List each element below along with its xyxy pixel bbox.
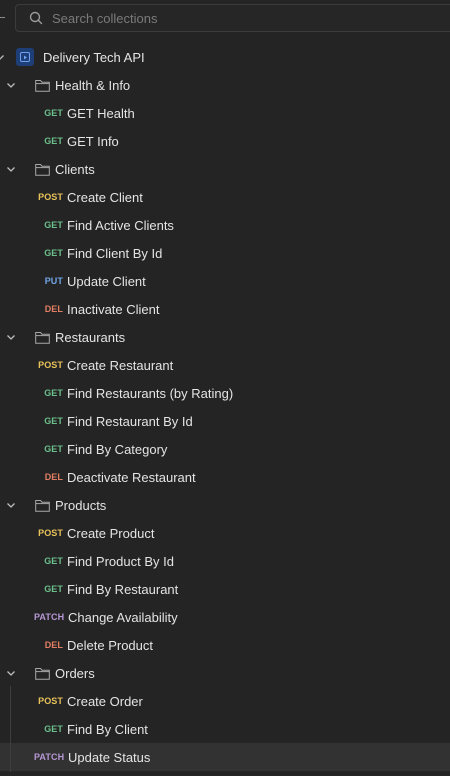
folder-label: Restaurants bbox=[55, 329, 126, 345]
request-name: Update Client bbox=[67, 273, 146, 289]
folder-icon bbox=[35, 667, 50, 680]
request-row[interactable]: GET Find Restaurants (by Rating) bbox=[0, 379, 450, 407]
request-row[interactable]: GET Find By Restaurant bbox=[0, 575, 450, 603]
request-row[interactable]: PATCH Change Availability bbox=[0, 603, 450, 631]
request-row[interactable]: PUT Update Client bbox=[0, 267, 450, 295]
collection-row[interactable]: Delivery Tech API bbox=[0, 43, 450, 71]
request-name: Delete Product bbox=[67, 637, 153, 653]
request-name: Change Availability bbox=[68, 609, 178, 625]
request-row[interactable]: DEL Delete Product bbox=[0, 631, 450, 659]
folder-products[interactable]: Products bbox=[0, 491, 450, 519]
method-badge: POST bbox=[38, 192, 63, 202]
request-name: Inactivate Client bbox=[67, 301, 160, 317]
chevron-down-icon[interactable] bbox=[0, 51, 6, 63]
request-row[interactable]: GET Find Restaurant By Id bbox=[0, 407, 450, 435]
request-name: Deactivate Restaurant bbox=[67, 469, 196, 485]
folder-label: Orders bbox=[55, 665, 95, 681]
method-badge: GET bbox=[44, 556, 63, 566]
collection-icon bbox=[16, 48, 34, 66]
method-badge: DEL bbox=[44, 640, 63, 650]
method-badge: GET bbox=[44, 388, 63, 398]
request-name: Find Active Clients bbox=[67, 217, 174, 233]
request-name: GET Info bbox=[67, 133, 119, 149]
method-badge: GET bbox=[44, 724, 63, 734]
method-badge: POST bbox=[38, 360, 63, 370]
request-name: GET Health bbox=[67, 105, 135, 121]
request-name: Find Restaurants (by Rating) bbox=[67, 385, 234, 401]
folder-icon bbox=[35, 163, 50, 176]
method-badge: GET bbox=[44, 220, 63, 230]
chevron-down-icon[interactable] bbox=[5, 667, 17, 679]
folder-label: Clients bbox=[55, 161, 95, 177]
request-name: Find By Client bbox=[67, 721, 148, 737]
collapse-handle[interactable] bbox=[0, 17, 5, 18]
chevron-down-icon[interactable] bbox=[5, 163, 17, 175]
method-badge: GET bbox=[44, 108, 63, 118]
method-badge: POST bbox=[38, 528, 63, 538]
request-name: Find By Restaurant bbox=[67, 581, 179, 597]
request-name: Create Restaurant bbox=[67, 357, 174, 373]
request-name: Update Status bbox=[68, 749, 151, 765]
request-name: Create Order bbox=[67, 693, 143, 709]
request-row[interactable]: GET Find Client By Id bbox=[0, 239, 450, 267]
request-name: Create Client bbox=[67, 189, 143, 205]
request-name: Find Restaurant By Id bbox=[67, 413, 193, 429]
folder-clients[interactable]: Clients bbox=[0, 155, 450, 183]
chevron-down-icon[interactable] bbox=[5, 331, 17, 343]
request-name: Find Product By Id bbox=[67, 553, 174, 569]
request-row[interactable]: POST Create Order bbox=[0, 687, 450, 715]
request-row[interactable]: DEL Deactivate Restaurant bbox=[0, 463, 450, 491]
request-row[interactable]: GET GET Health bbox=[0, 99, 450, 127]
method-badge: DEL bbox=[44, 472, 63, 482]
method-badge: GET bbox=[44, 136, 63, 146]
request-name: Find Client By Id bbox=[67, 245, 163, 261]
request-row[interactable]: GET Find By Category bbox=[0, 435, 450, 463]
method-badge: GET bbox=[44, 444, 63, 454]
method-badge: DEL bbox=[44, 304, 63, 314]
request-row[interactable]: GET Find By Client bbox=[0, 715, 450, 743]
folder-health[interactable]: Health & Info bbox=[0, 71, 450, 99]
method-badge: PUT bbox=[44, 276, 63, 286]
method-badge: GET bbox=[44, 248, 63, 258]
request-row[interactable]: DEL Inactivate Client bbox=[0, 295, 450, 323]
method-badge: GET bbox=[44, 584, 63, 594]
request-name: Create Product bbox=[67, 525, 155, 541]
folder-icon bbox=[35, 499, 50, 512]
request-row[interactable]: GET GET Info bbox=[0, 127, 450, 155]
search-bar[interactable] bbox=[15, 4, 450, 32]
collection-name: Delivery Tech API bbox=[43, 49, 145, 65]
request-name: Find By Category bbox=[67, 441, 168, 457]
request-row[interactable]: GET Find Product By Id bbox=[0, 547, 450, 575]
folder-label: Products bbox=[55, 497, 107, 513]
method-badge: PATCH bbox=[34, 612, 65, 622]
method-badge: GET bbox=[44, 416, 63, 426]
folder-orders[interactable]: Orders bbox=[0, 659, 450, 687]
request-row[interactable]: GET Find Active Clients bbox=[0, 211, 450, 239]
request-row[interactable]: POST Create Client bbox=[0, 183, 450, 211]
folder-restaurants[interactable]: Restaurants bbox=[0, 323, 450, 351]
collections-sidebar: Delivery Tech API Health & Info GET GET … bbox=[0, 0, 450, 776]
folder-label: Health & Info bbox=[55, 77, 131, 93]
folder-icon bbox=[35, 79, 50, 92]
search-icon bbox=[29, 11, 43, 25]
folder-icon bbox=[35, 331, 50, 344]
method-badge: POST bbox=[38, 696, 63, 706]
chevron-down-icon[interactable] bbox=[5, 499, 17, 511]
search-input[interactable] bbox=[52, 10, 432, 26]
request-row[interactable]: PATCH Update Status bbox=[0, 743, 450, 771]
chevron-down-icon[interactable] bbox=[5, 79, 17, 91]
request-row[interactable]: POST Create Restaurant bbox=[0, 351, 450, 379]
request-row[interactable]: POST Create Product bbox=[0, 519, 450, 547]
tree-guide-line bbox=[10, 686, 11, 772]
method-badge: PATCH bbox=[34, 752, 65, 762]
